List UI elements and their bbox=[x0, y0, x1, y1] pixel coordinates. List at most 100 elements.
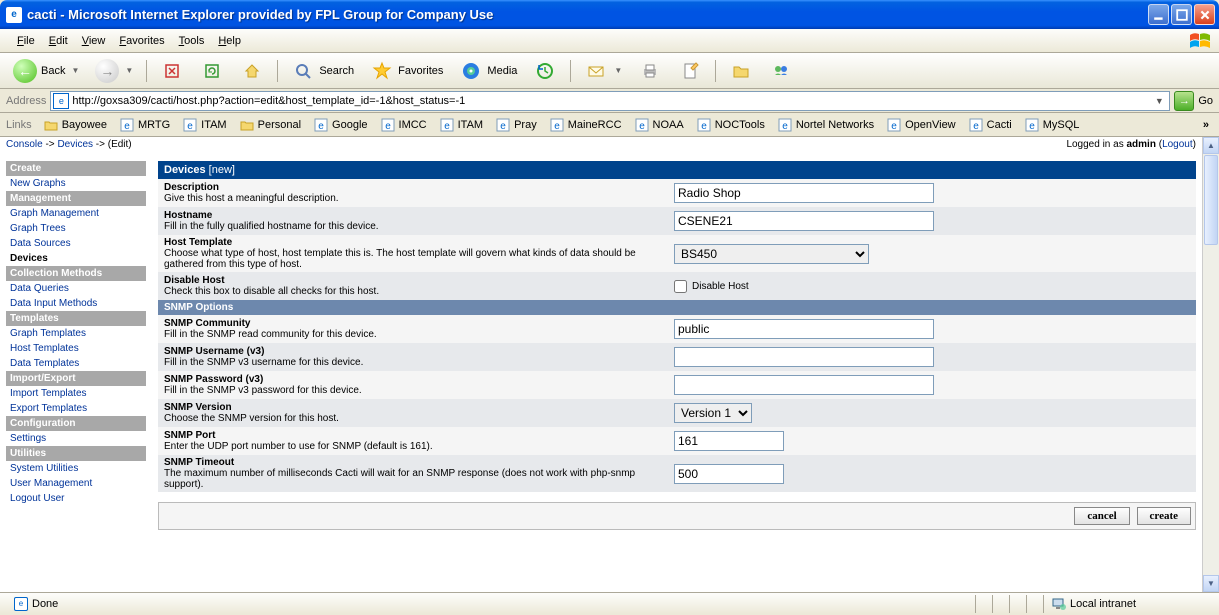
stop-icon bbox=[160, 59, 184, 83]
sidebar-item-data-queries[interactable]: Data Queries bbox=[6, 281, 146, 296]
close-button[interactable] bbox=[1194, 4, 1215, 25]
windows-logo bbox=[1181, 30, 1219, 52]
history-button[interactable] bbox=[526, 56, 564, 86]
stop-button[interactable] bbox=[153, 56, 191, 86]
chevron-down-icon: ▼ bbox=[71, 66, 79, 75]
scroll-thumb[interactable] bbox=[1204, 155, 1218, 245]
sidebar-item-user-management[interactable]: User Management bbox=[6, 476, 146, 491]
link-imcc[interactable]: eIMCC bbox=[375, 115, 432, 135]
sidebar-item-host-templates[interactable]: Host Templates bbox=[6, 341, 146, 356]
sidebar-item-system-utilities[interactable]: System Utilities bbox=[6, 461, 146, 476]
edit-button[interactable] bbox=[671, 56, 709, 86]
security-zone: Local intranet bbox=[1070, 598, 1136, 610]
sidebar-item-logout-user[interactable]: Logout User bbox=[6, 491, 146, 506]
host-template-select[interactable]: BS450 bbox=[674, 244, 869, 264]
intranet-icon bbox=[1052, 597, 1066, 611]
sidebar-item-import-templates[interactable]: Import Templates bbox=[6, 386, 146, 401]
link-label: IMCC bbox=[399, 119, 427, 131]
crumb-console[interactable]: Console bbox=[6, 139, 43, 150]
field-label: Host Template bbox=[164, 237, 232, 248]
form-row-snmp-community: SNMP CommunityFill in the SNMP read comm… bbox=[158, 315, 1196, 343]
favorites-button[interactable]: Favorites bbox=[363, 56, 450, 86]
sidebar-item-new-graphs[interactable]: New Graphs bbox=[6, 176, 146, 191]
address-dropdown[interactable]: ▼ bbox=[1151, 96, 1167, 106]
sidebar-item-graph-management[interactable]: Graph Management bbox=[6, 206, 146, 221]
sidebar-item-settings[interactable]: Settings bbox=[6, 431, 146, 446]
field-description: Check this box to disable all checks for… bbox=[164, 286, 379, 297]
home-button[interactable] bbox=[233, 56, 271, 86]
ie-icon: e bbox=[549, 117, 565, 133]
svg-text:e: e bbox=[187, 121, 193, 132]
address-input[interactable]: e http://goxsa309/cacti/host.php?action=… bbox=[50, 91, 1170, 111]
menu-tools[interactable]: Tools bbox=[172, 32, 212, 50]
link-bayowee[interactable]: Bayowee bbox=[38, 115, 112, 135]
link-cacti[interactable]: eCacti bbox=[963, 115, 1017, 135]
forward-button[interactable]: → ▼ bbox=[88, 56, 140, 86]
sidebar-header-templates: Templates bbox=[6, 311, 146, 326]
snmp-password-v3--input[interactable] bbox=[674, 375, 934, 395]
sidebar-item-graph-trees[interactable]: Graph Trees bbox=[6, 221, 146, 236]
scroll-up-button[interactable]: ▲ bbox=[1203, 137, 1219, 154]
menu-help[interactable]: Help bbox=[211, 32, 248, 50]
menu-file[interactable]: File bbox=[10, 32, 42, 50]
discuss-button[interactable] bbox=[722, 56, 760, 86]
vertical-scrollbar[interactable]: ▲ ▼ bbox=[1202, 137, 1219, 592]
menu-favorites[interactable]: Favorites bbox=[112, 32, 171, 50]
svg-text:e: e bbox=[318, 121, 324, 132]
disable-host-input[interactable] bbox=[674, 280, 687, 293]
cancel-button[interactable]: cancel bbox=[1074, 507, 1129, 525]
star-icon bbox=[370, 59, 394, 83]
svg-text:e: e bbox=[554, 121, 560, 132]
mail-button[interactable]: ▼ bbox=[577, 56, 629, 86]
create-button[interactable]: create bbox=[1137, 507, 1192, 525]
svg-text:e: e bbox=[444, 121, 450, 132]
sidebar-item-data-input-methods[interactable]: Data Input Methods bbox=[6, 296, 146, 311]
link-mysql[interactable]: eMySQL bbox=[1019, 115, 1085, 135]
snmp-port-input[interactable] bbox=[674, 431, 784, 451]
snmp-community-input[interactable] bbox=[674, 319, 934, 339]
minimize-button[interactable] bbox=[1148, 4, 1169, 25]
snmp-username-v3--input[interactable] bbox=[674, 347, 934, 367]
maximize-button[interactable] bbox=[1171, 4, 1192, 25]
disable-host-checkbox[interactable]: Disable Host bbox=[674, 280, 749, 293]
sidebar-item-graph-templates[interactable]: Graph Templates bbox=[6, 326, 146, 341]
scroll-down-button[interactable]: ▼ bbox=[1203, 575, 1219, 592]
field-description: Fill in the fully qualified hostname for… bbox=[164, 221, 379, 232]
refresh-button[interactable] bbox=[193, 56, 231, 86]
menu-edit[interactable]: Edit bbox=[42, 32, 75, 50]
link-mainercc[interactable]: eMaineRCC bbox=[544, 115, 627, 135]
crumb-devices[interactable]: Devices bbox=[57, 139, 93, 150]
menu-view[interactable]: View bbox=[75, 32, 113, 50]
hostname-input[interactable] bbox=[674, 211, 934, 231]
media-button[interactable]: Media bbox=[452, 56, 524, 86]
go-button[interactable]: → bbox=[1174, 91, 1194, 111]
print-button[interactable] bbox=[631, 56, 669, 86]
sidebar-item-data-templates[interactable]: Data Templates bbox=[6, 356, 146, 371]
link-personal[interactable]: Personal bbox=[234, 115, 306, 135]
search-button[interactable]: Search bbox=[284, 56, 361, 86]
link-google[interactable]: eGoogle bbox=[308, 115, 372, 135]
sidebar-item-export-templates[interactable]: Export Templates bbox=[6, 401, 146, 416]
links-overflow[interactable]: » bbox=[1199, 119, 1213, 131]
link-itam[interactable]: eITAM bbox=[177, 115, 231, 135]
link-noctools[interactable]: eNOCTools bbox=[691, 115, 770, 135]
svg-text:e: e bbox=[701, 121, 707, 132]
link-openview[interactable]: eOpenView bbox=[881, 115, 961, 135]
back-button[interactable]: ← Back ▼ bbox=[6, 56, 86, 86]
snmp-timeout-input[interactable] bbox=[674, 464, 784, 484]
folder-icon bbox=[43, 117, 59, 133]
sidebar-item-data-sources[interactable]: Data Sources bbox=[6, 236, 146, 251]
description-input[interactable] bbox=[674, 183, 934, 203]
messenger-button[interactable] bbox=[762, 56, 800, 86]
link-noaa[interactable]: eNOAA bbox=[629, 115, 689, 135]
field-description: Fill in the SNMP read community for this… bbox=[164, 329, 377, 340]
logout-link[interactable]: Logout bbox=[1162, 139, 1193, 150]
link-pray[interactable]: ePray bbox=[490, 115, 542, 135]
link-nortel-networks[interactable]: eNortel Networks bbox=[772, 115, 879, 135]
link-mrtg[interactable]: eMRTG bbox=[114, 115, 175, 135]
link-itam[interactable]: eITAM bbox=[434, 115, 488, 135]
sidebar-item-devices[interactable]: Devices bbox=[6, 251, 146, 266]
snmp-version-select[interactable]: Version 1 bbox=[674, 403, 752, 423]
ie-icon: e bbox=[182, 117, 198, 133]
field-label: Disable Host bbox=[164, 275, 225, 286]
